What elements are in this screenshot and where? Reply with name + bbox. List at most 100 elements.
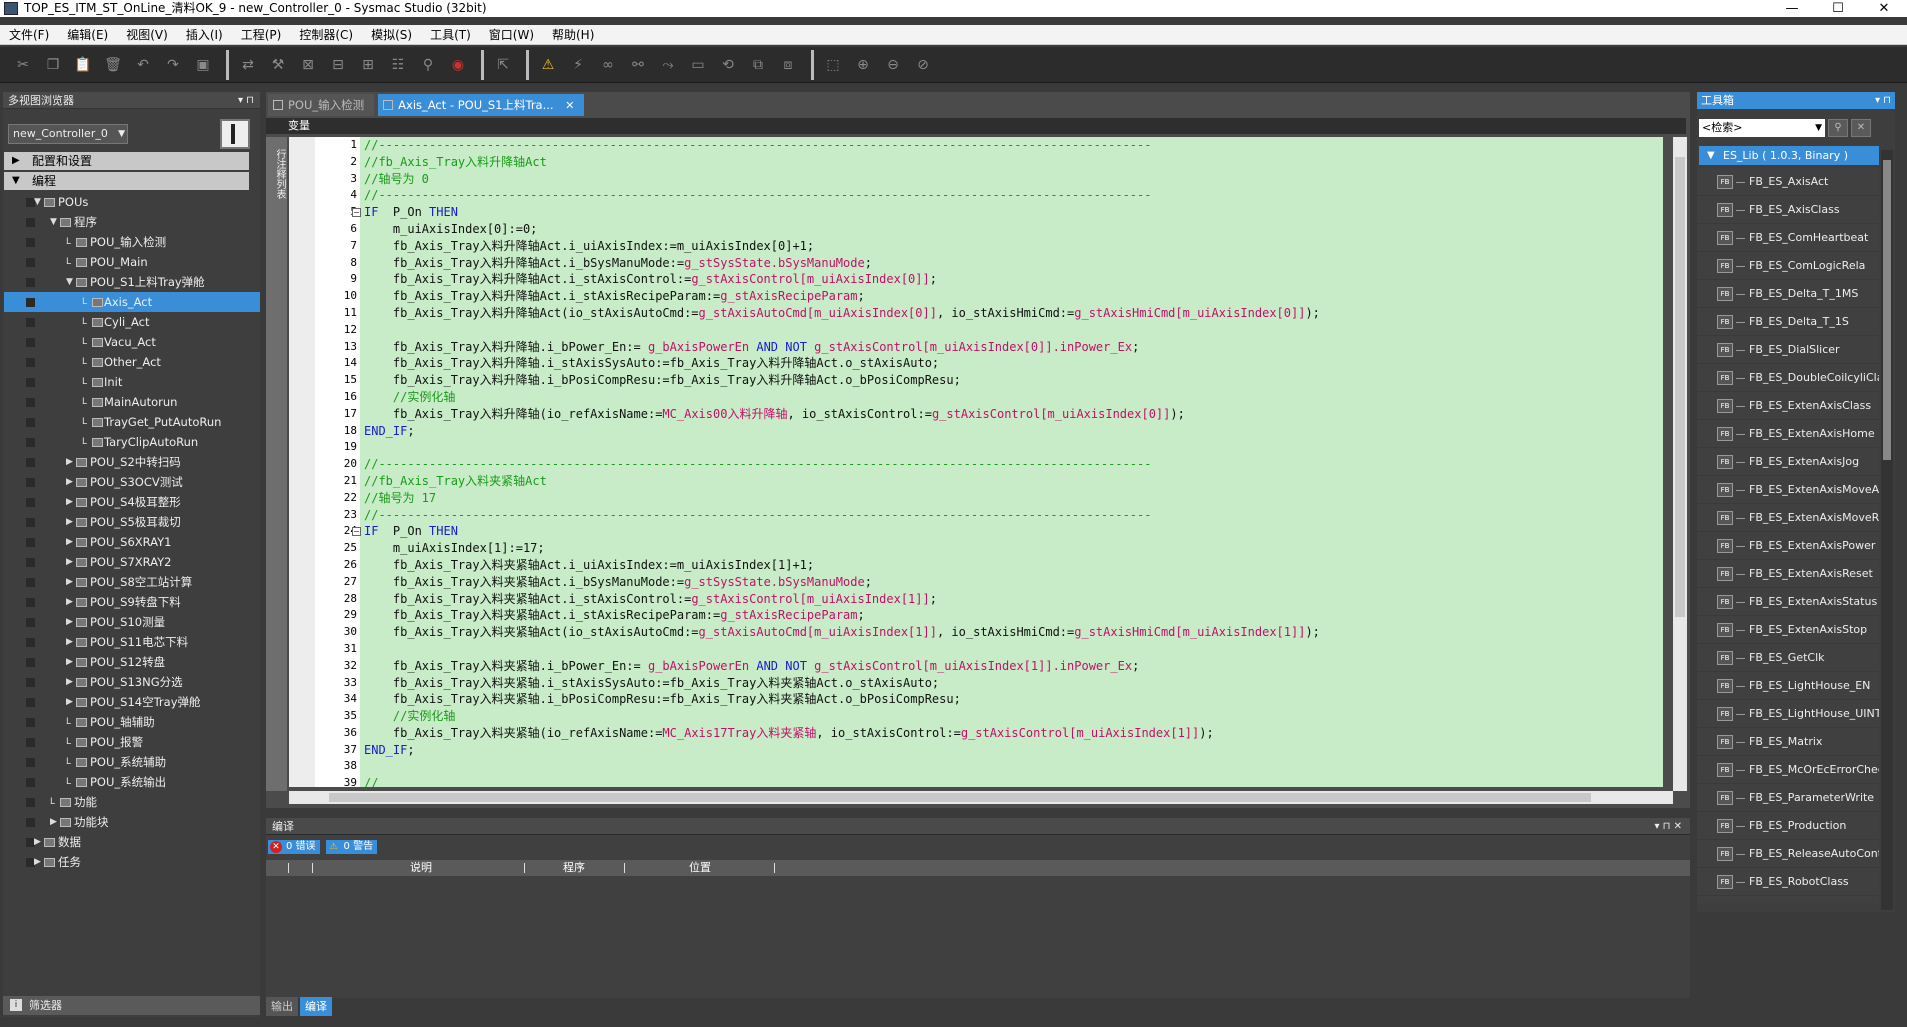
cross-reference-icon[interactable]: ⇱ (490, 52, 516, 78)
stop-icon[interactable]: ◉ (445, 52, 471, 78)
code-line[interactable]: //fb_Axis_Tray入料夹紧轴Act (360, 473, 1663, 490)
chevron-right-icon[interactable]: ▶ (66, 592, 73, 612)
tree-item[interactable]: L POU_输入检测 (4, 232, 260, 252)
code-line[interactable]: //实例化轴 (360, 389, 1663, 406)
tab-build[interactable]: 编译 (300, 997, 332, 1016)
code-line[interactable]: //fb_Axis_Tray入料升降轴Act (360, 154, 1663, 171)
toolbox-item[interactable]: FB FB_ES_McOrEcErrorChec (1697, 756, 1879, 784)
code-line[interactable]: IF P_On THEN (360, 523, 1663, 540)
tree-item[interactable]: L POU_报警 (4, 732, 260, 752)
code-line[interactable]: fb_Axis_Tray入料升降轴Act.i_stAxisControl:=g_… (360, 271, 1663, 288)
toolbox-item[interactable]: FB FB_ES_Matrix (1697, 728, 1879, 756)
breakpoint-icon[interactable]: ⚡ (565, 52, 591, 78)
tree-item[interactable]: ▼ POU_S1上料Tray弹舱 (4, 272, 260, 292)
warnings-filter-button[interactable]: ⚠ 0 警告 (325, 840, 378, 854)
chevron-right-icon[interactable]: ▶ (66, 572, 73, 592)
run-icon[interactable]: ▭ (685, 52, 711, 78)
delete-icon[interactable]: 🗑 (100, 52, 126, 78)
menu-edit[interactable]: 编辑(E) (58, 25, 117, 44)
tree-item[interactable]: ▼ POUs (4, 192, 260, 212)
menu-view[interactable]: 视图(V) (117, 25, 177, 44)
code-area[interactable]: //--------------------------------------… (360, 137, 1663, 787)
tab-pou-input[interactable]: POU_输入检测 (268, 94, 375, 116)
toolbox-item[interactable]: FB FB_ES_Production (1697, 812, 1879, 840)
code-line[interactable]: //实例化轴 (360, 708, 1663, 725)
tree-item[interactable]: L TrayGet_PutAutoRun (4, 412, 260, 432)
menu-simulation[interactable]: 模拟(S) (362, 25, 421, 44)
close-button[interactable]: ✕ (1861, 0, 1907, 17)
tree-item[interactable]: L MainAutorun (4, 392, 260, 412)
chevron-right-icon[interactable]: ▶ (66, 632, 73, 652)
copy-icon[interactable]: ❐ (40, 52, 66, 78)
toolbox-item[interactable]: FB FB_ES_ExtenAxisPower (1697, 532, 1879, 560)
menu-project[interactable]: 工程(P) (232, 25, 291, 44)
tree-item[interactable]: ▶ 功能块 (4, 812, 260, 832)
tree-item[interactable]: ▶ POU_S12转盘 (4, 652, 260, 672)
toolbox-item[interactable]: FB FB_ES_AxisAct (1697, 168, 1879, 196)
zoom-reset-icon[interactable]: ⊘ (910, 52, 936, 78)
tree-item[interactable]: ▶ POU_S7XRAY2 (4, 552, 260, 572)
tree-item[interactable]: ▶ POU_S3OCV测试 (4, 472, 260, 492)
build-icon[interactable]: ⚒ (265, 52, 291, 78)
code-line[interactable]: fb_Axis_Tray入料升降轴Act.i_stAxisRecipeParam… (360, 288, 1663, 305)
section-config-settings[interactable]: ▶ 配置和设置 (4, 152, 249, 170)
tree-item[interactable]: ▶ POU_S4极耳整形 (4, 492, 260, 512)
chevron-right-icon[interactable]: ▶ (66, 492, 73, 512)
toolbox-item[interactable]: FB FB_ES_AxisClass (1697, 196, 1879, 224)
fit-icon[interactable]: ⬚ (820, 52, 846, 78)
code-line[interactable]: fb_Axis_Tray入料夹紧轴.i_bPower_En:= g_bAxisP… (360, 658, 1663, 675)
pin-icon[interactable]: ▾ ⊓ (1875, 92, 1891, 109)
toolbox-item[interactable]: FB FB_ES_ExtenAxisJog (1697, 448, 1879, 476)
chevron-right-icon[interactable]: ▶ (66, 472, 73, 492)
clear-search-icon[interactable]: ✕ (1851, 119, 1871, 137)
step-out-icon[interactable]: ⤳ (655, 52, 681, 78)
monitor-icon[interactable]: ☷ (385, 52, 411, 78)
chevron-down-icon[interactable]: ▼ (1815, 119, 1822, 137)
code-line[interactable]: m_uiAxisIndex[0]:=0; (360, 221, 1663, 238)
code-line[interactable]: //--------------------------------------… (360, 187, 1663, 204)
window-icon[interactable]: ⧈ (775, 52, 801, 78)
toolbox-item[interactable]: FB FB_ES_GetClk (1697, 644, 1879, 672)
save-icon[interactable]: ▣ (190, 52, 216, 78)
code-line[interactable]: //轴号为 17 (360, 490, 1663, 507)
code-line[interactable]: IF P_On THEN (360, 204, 1663, 221)
code-line[interactable] (360, 322, 1663, 339)
chevron-right-icon[interactable]: ▶ (66, 452, 73, 472)
code-line[interactable]: //--------------------------------------… (360, 456, 1663, 473)
layout-icon[interactable]: ⧉ (745, 52, 771, 78)
tree-item[interactable]: L TaryClipAutoRun (4, 432, 260, 452)
tree-item[interactable]: ▶ 任务 (4, 852, 260, 872)
toolbox-item[interactable]: FB FB_ES_RobotClass (1697, 868, 1879, 896)
zoom-out-icon[interactable]: ⊖ (880, 52, 906, 78)
toolbox-item[interactable]: FB FB_ES_ExtenAxisMoveRe (1697, 504, 1879, 532)
chevron-down-icon[interactable]: ▼ (66, 272, 73, 292)
tree-item[interactable]: L POU_轴辅助 (4, 712, 260, 732)
column-program[interactable]: 程序 (563, 860, 585, 876)
toolbox-item[interactable]: FB FB_ES_ReleaseAutoCont (1697, 840, 1879, 868)
code-line[interactable]: fb_Axis_Tray入料夹紧轴Act.i_bSysManuMode:=g_s… (360, 574, 1663, 591)
redo-icon[interactable]: ↷ (160, 52, 186, 78)
chevron-right-icon[interactable]: ▶ (66, 672, 73, 692)
fold-toggle-icon[interactable]: − (352, 208, 361, 218)
chevron-right-icon[interactable]: ▶ (66, 612, 73, 632)
variables-bar[interactable]: 变量 (266, 118, 1686, 134)
chevron-right-icon[interactable]: ▶ (34, 852, 41, 872)
tree-item[interactable]: ▶ POU_S6XRAY1 (4, 532, 260, 552)
code-line[interactable]: fb_Axis_Tray入料升降轴Act.i_bSysManuMode:=g_s… (360, 255, 1663, 272)
menu-window[interactable]: 窗口(W) (480, 25, 543, 44)
controller-status-button[interactable] (220, 119, 250, 149)
code-line[interactable]: END_IF; (360, 742, 1663, 759)
toolbox-item[interactable]: FB FB_ES_DialSlicer (1697, 336, 1879, 364)
warning-icon[interactable]: ⚠ (535, 52, 561, 78)
search-icon[interactable]: ⚲ (1828, 119, 1848, 137)
tree-item[interactable]: ▶ POU_S13NG分选 (4, 672, 260, 692)
online-icon[interactable]: ⇄ (235, 52, 261, 78)
tree-item[interactable]: L Init (4, 372, 260, 392)
line-comment-list-strip[interactable]: 行注释列表 (266, 137, 287, 791)
code-line[interactable]: m_uiAxisIndex[1]:=17; (360, 540, 1663, 557)
maximize-button[interactable]: ☐ (1815, 0, 1861, 17)
synchronize-icon[interactable]: ⊞ (355, 52, 381, 78)
step-over-icon[interactable]: ∞ (595, 52, 621, 78)
tree-item[interactable]: L POU_Main (4, 252, 260, 272)
column-description[interactable]: 说明 (410, 860, 432, 876)
